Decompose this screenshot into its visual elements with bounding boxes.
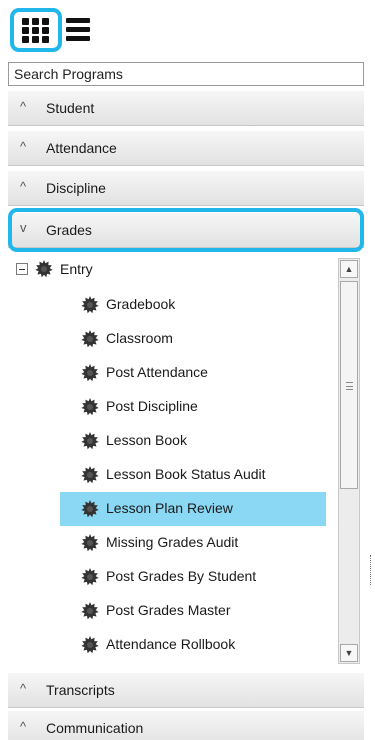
gear-icon	[80, 635, 100, 655]
chevron-up-icon: ^	[20, 139, 27, 154]
grades-highlight-outline	[8, 208, 364, 252]
gear-icon	[80, 295, 100, 315]
gear-icon	[80, 397, 100, 417]
tree-item-label: Missing Grades Audit	[106, 534, 239, 550]
section-label: Communication	[46, 720, 144, 736]
scroll-down-button[interactable]: ▼	[340, 644, 358, 662]
chevron-up-icon: ^	[20, 179, 27, 194]
gear-icon	[34, 259, 54, 279]
chevron-up-icon: ^	[20, 719, 27, 734]
gear-icon	[80, 431, 100, 451]
section-label: Attendance	[46, 140, 117, 156]
gear-icon	[80, 601, 100, 621]
top-toolbar	[0, 0, 375, 60]
section-communication[interactable]: ^ Communication	[8, 710, 364, 740]
collapse-toggle[interactable]	[16, 263, 28, 275]
section-student[interactable]: ^ Student	[8, 90, 364, 126]
tree-scrollbar[interactable]: ▲ ▼	[338, 258, 360, 664]
tree-item-label: Post Grades By Student	[106, 568, 257, 584]
grid-icon	[22, 18, 50, 44]
tree-root-entry[interactable]: Entry	[60, 261, 93, 277]
grip-icon	[346, 382, 353, 390]
tree-item-label: Classroom	[106, 330, 173, 346]
tree-item-label: Lesson Book	[106, 432, 187, 448]
section-discipline[interactable]: ^ Discipline	[8, 170, 364, 206]
gear-icon	[80, 567, 100, 587]
tree-item-label: Post Grades Master	[106, 602, 231, 618]
chevron-up-icon: ^	[20, 99, 27, 114]
list-view-button[interactable]	[66, 18, 90, 42]
pane-splitter[interactable]	[370, 555, 371, 585]
gear-icon	[80, 363, 100, 383]
tree-item-label: Lesson Plan Review	[106, 500, 233, 516]
scroll-up-button[interactable]: ▲	[340, 260, 358, 278]
tree-item-label: Gradebook	[106, 296, 176, 312]
search-programs-input[interactable]	[8, 62, 364, 86]
section-label: Student	[46, 100, 95, 116]
grid-view-button[interactable]	[10, 8, 62, 52]
section-transcripts[interactable]: ^ Transcripts	[8, 672, 364, 708]
section-label: Transcripts	[46, 682, 115, 698]
tree-item-label: Post Attendance	[106, 364, 208, 380]
gear-icon	[80, 465, 100, 485]
tree-item-label: Lesson Book Status Audit	[106, 466, 266, 482]
gear-icon	[80, 499, 100, 519]
gear-icon	[80, 329, 100, 349]
tree-item-label: Attendance Rollbook	[106, 636, 236, 652]
gear-icon	[80, 533, 100, 553]
tree-item-label: Post Discipline	[106, 398, 198, 414]
chevron-up-icon: ^	[20, 681, 27, 696]
section-label: Discipline	[46, 180, 106, 196]
scroll-thumb[interactable]	[340, 281, 358, 489]
section-attendance[interactable]: ^ Attendance	[8, 130, 364, 166]
